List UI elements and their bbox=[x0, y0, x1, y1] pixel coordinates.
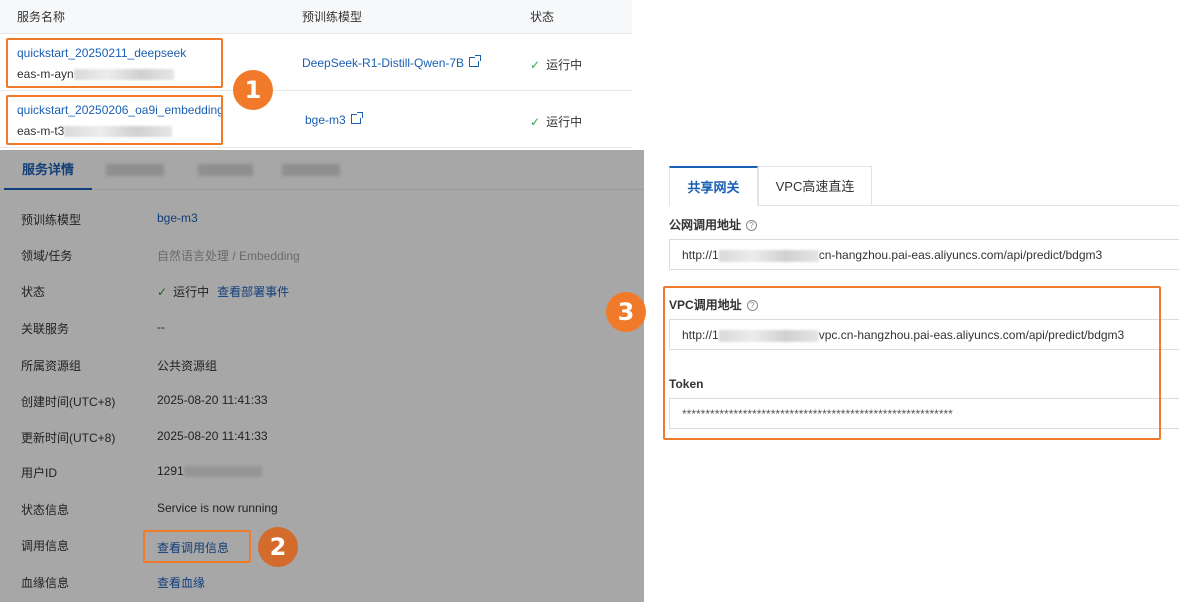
external-link-icon bbox=[350, 112, 363, 124]
tab-shared-gateway[interactable]: 共享网关 bbox=[669, 166, 758, 206]
resource-group-value: 公共资源组 bbox=[157, 359, 218, 373]
highlight-box bbox=[663, 286, 1161, 440]
field-label: 血缘信息 bbox=[21, 576, 70, 590]
field-label: 用户ID bbox=[21, 466, 58, 480]
related-service-value: -- bbox=[157, 320, 165, 334]
tab-blurred[interactable] bbox=[282, 164, 340, 176]
model-link[interactable]: bge-m3 bbox=[305, 112, 363, 127]
tab-service-details[interactable]: 服务详情 bbox=[4, 150, 92, 190]
public-endpoint-field[interactable]: http://1 cn-hangzhou.pai-eas.aliyuncs.com… bbox=[669, 239, 1179, 270]
highlight-box bbox=[6, 38, 223, 88]
status-badge: ✓ 运行中 bbox=[530, 115, 583, 129]
field-label: 预训练模型 bbox=[21, 213, 82, 227]
highlight-box bbox=[143, 530, 251, 563]
tab-blurred[interactable] bbox=[198, 164, 253, 176]
step-badge-2: 2 bbox=[258, 527, 298, 567]
external-link-icon bbox=[469, 55, 482, 67]
user-id-value: 1291 bbox=[157, 464, 262, 478]
table-header: 服务名称 预训练模型 状态 bbox=[0, 0, 632, 34]
model-link[interactable]: DeepSeek-R1-Distill-Qwen-7B bbox=[302, 55, 482, 70]
field-label: 状态 bbox=[21, 285, 46, 299]
check-icon: ✓ bbox=[530, 115, 541, 129]
detail-tabs: 服务详情 bbox=[0, 150, 644, 190]
field-label: 更新时间(UTC+8) bbox=[21, 431, 116, 445]
public-endpoint-label: 公网调用地址? bbox=[669, 216, 758, 233]
tab-blurred[interactable] bbox=[106, 164, 164, 176]
tab-vpc-direct[interactable]: VPC高速直连 bbox=[758, 166, 872, 206]
status-info-value: Service is now running bbox=[157, 501, 278, 515]
view-deploy-events-link[interactable]: 查看部署事件 bbox=[217, 285, 289, 299]
step-badge-3: 3 bbox=[606, 292, 646, 332]
domain-value: 自然语言处理 / Embedding bbox=[157, 249, 300, 263]
field-label: 状态信息 bbox=[21, 503, 70, 517]
status-value: ✓ 运行中 查看部署事件 bbox=[157, 285, 290, 299]
service-detail-panel: 服务详情 预训练模型 bge-m3 领域/任务 自然语言处理 / Embeddi… bbox=[0, 150, 644, 602]
header-status: 状态 bbox=[530, 10, 555, 24]
view-lineage-link[interactable]: 查看血缘 bbox=[157, 574, 205, 591]
highlight-box bbox=[6, 95, 223, 145]
status-badge: ✓ 运行中 bbox=[530, 58, 583, 72]
header-pretrained-model: 预训练模型 bbox=[302, 10, 363, 24]
field-label: 所属资源组 bbox=[21, 359, 82, 373]
field-label: 关联服务 bbox=[21, 322, 70, 336]
model-value-link[interactable]: bge-m3 bbox=[157, 211, 198, 225]
check-icon: ✓ bbox=[530, 58, 541, 72]
field-label: 调用信息 bbox=[21, 539, 70, 553]
check-icon: ✓ bbox=[157, 285, 168, 299]
step-badge-1: 1 bbox=[233, 70, 273, 110]
field-label: 领域/任务 bbox=[21, 249, 73, 263]
header-service-name: 服务名称 bbox=[17, 10, 66, 24]
help-icon[interactable]: ? bbox=[746, 220, 758, 232]
field-label: 创建时间(UTC+8) bbox=[21, 395, 116, 409]
updated-time-value: 2025-08-20 11:41:33 bbox=[157, 429, 268, 443]
created-time-value: 2025-08-20 11:41:33 bbox=[157, 393, 268, 407]
